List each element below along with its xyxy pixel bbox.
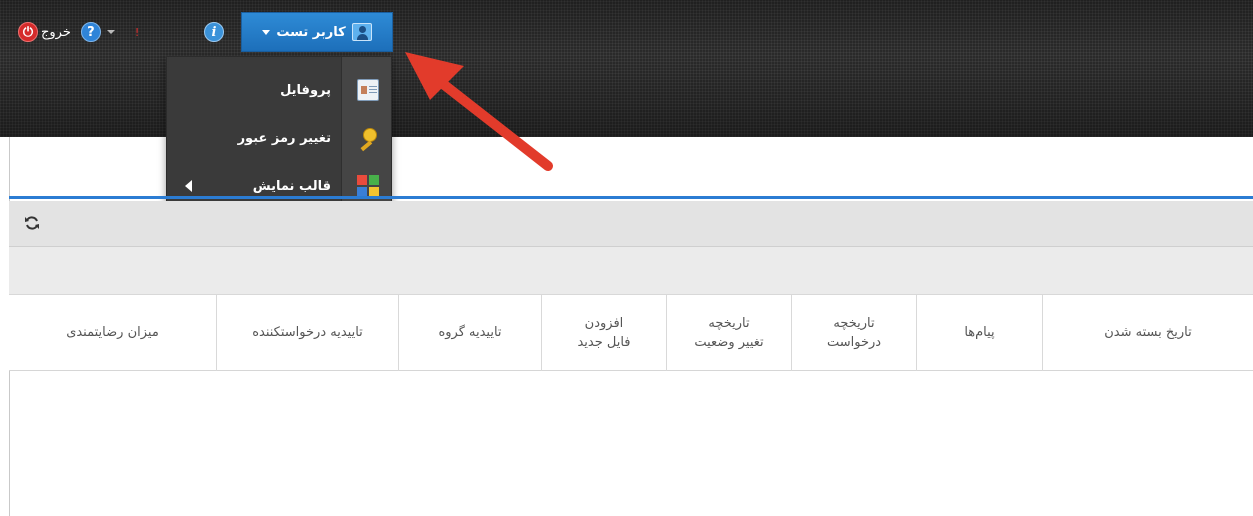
profile-card-icon — [357, 79, 379, 101]
alert-mark: ! — [134, 25, 140, 39]
grid-toolbar — [9, 201, 1253, 247]
logout-button[interactable]: ⏻ خروج — [18, 22, 71, 42]
column-header-closed-date[interactable]: تاریخ بسته شدن — [1042, 295, 1253, 371]
column-header-messages[interactable]: پیام‌ها — [916, 295, 1042, 371]
info-icon[interactable]: i — [204, 22, 224, 42]
column-header-label: پیام‌ها — [964, 325, 995, 341]
help-dropdown-caret[interactable] — [106, 30, 115, 34]
refresh-icon[interactable] — [24, 215, 40, 231]
column-header-label: تاییدیه درخواستکننده — [252, 325, 363, 341]
column-header-group-approval[interactable]: تاییدیه گروه — [398, 295, 541, 371]
column-header-label: تاییدیه گروه — [438, 325, 502, 341]
column-header-status-history[interactable]: تاریخچه تغییر وضعیت — [666, 295, 791, 371]
menu-item-profile[interactable]: پروفایل — [167, 69, 393, 111]
accent-divider — [9, 196, 1253, 199]
table-header: میزان رضایتمندی تاییدیه درخواستکننده تای… — [9, 295, 1253, 371]
user-icon — [351, 23, 372, 41]
column-header-requester-approval[interactable]: تاییدیه درخواستکننده — [216, 295, 398, 371]
power-icon: ⏻ — [18, 22, 38, 42]
header-actions: ⏻ خروج ? ! — [18, 20, 139, 44]
column-header-label: تاریخچه درخواست — [826, 315, 882, 351]
column-header-label: میزان رضایتمندی — [66, 325, 159, 341]
chevron-down-icon — [262, 29, 271, 35]
menu-item-label: پروفایل — [280, 82, 331, 98]
column-header-label: افزودن فایل جدید — [577, 315, 631, 351]
user-menu-label: کاربر تست — [276, 24, 346, 40]
column-header-add-file[interactable]: افزودن فایل جدید — [541, 295, 666, 371]
column-header-request-history[interactable]: تاریخچه درخواست — [791, 295, 916, 371]
column-header-satisfaction[interactable]: میزان رضایتمندی — [9, 295, 216, 371]
help-icon[interactable]: ? — [80, 22, 101, 42]
grid-filter-bar — [9, 247, 1253, 295]
column-header-label: تاریخ بسته شدن — [1104, 325, 1192, 341]
user-menu-button[interactable]: کاربر تست — [241, 12, 393, 52]
logout-label: خروج — [41, 24, 71, 40]
column-header-label: تاریخچه تغییر وضعیت — [694, 315, 764, 351]
